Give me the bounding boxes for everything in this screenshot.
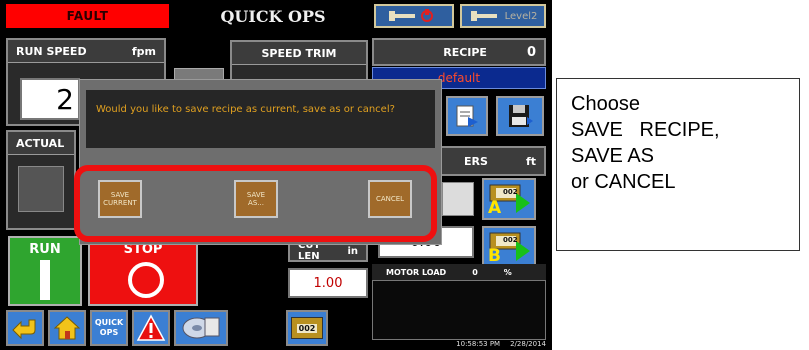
recipes-button[interactable] (174, 310, 228, 346)
run-label: RUN (29, 242, 61, 257)
quick-ops-line2: OPS (99, 328, 119, 337)
home-icon (53, 316, 81, 340)
counters-unit: ft (525, 154, 536, 168)
actual-panel: ACTUAL (6, 130, 76, 230)
document-arrow-icon (456, 105, 478, 127)
hmi-screen: FAULT QUICK OPS Level2 RUN SPEED fpm 2 S… (0, 0, 552, 350)
stop-symbol-icon (128, 262, 164, 298)
screen-title: QUICK OPS (220, 6, 326, 26)
instruction-callout: Choose SAVE RECIPE, SAVE AS or CANCEL (556, 78, 800, 251)
alarm-button[interactable] (132, 310, 170, 346)
quick-ops-line1: QUICK (94, 318, 124, 327)
load-recipe-button[interactable] (446, 96, 488, 136)
key-icon (470, 11, 497, 21)
save-current-line1: SAVE (110, 190, 130, 199)
stop-button[interactable]: STOP (88, 236, 198, 306)
dialog-message: Would you like to save recipe as current… (96, 104, 395, 115)
recipe-label: RECIPE (443, 45, 487, 59)
save-as-line1: SAVE (246, 190, 266, 199)
bin-a-label: A (488, 198, 502, 218)
cut-length-field[interactable]: 1.00 (288, 268, 368, 298)
actual-display (18, 166, 64, 212)
counter-button[interactable]: 002 (286, 310, 328, 346)
bin-a-button[interactable]: A 002 (482, 178, 536, 220)
bin-a-badge: 002 (503, 188, 518, 196)
bin-b-badge: 002 (503, 236, 518, 244)
clock: 10:58:53 PM 2/28/2014 (400, 340, 546, 350)
save-as-button[interactable]: SAVE AS... (234, 180, 278, 218)
recipe-panel: RECIPE 0 (372, 38, 546, 66)
save-recipe-button[interactable] (496, 96, 544, 136)
motor-load-display (372, 280, 546, 340)
callout-line-2: SAVE RECIPE, (571, 119, 720, 141)
clock-date: 2/28/2014 (510, 340, 546, 348)
login-key-button[interactable] (374, 4, 454, 28)
counters-label: ERS (464, 154, 488, 168)
actual-label: ACTUAL (8, 132, 74, 155)
run-button[interactable]: RUN (8, 236, 82, 306)
motor-load-value: 0 (472, 267, 478, 277)
speed-trim-header: SPEED TRIM (232, 42, 366, 65)
home-button[interactable] (48, 310, 86, 346)
save-current-line2: CURRENT (103, 199, 137, 207)
cut-length-unit: in (347, 245, 358, 257)
clock-time: 10:58:53 PM (456, 340, 501, 348)
counter-icon: 002 (291, 317, 323, 339)
bin-b-label: B (488, 246, 501, 266)
motor-load-label: MOTOR LOAD (386, 267, 447, 277)
level-button[interactable]: Level2 (460, 4, 546, 28)
run-speed-header: RUN SPEED fpm (8, 40, 164, 63)
run-speed-field[interactable]: 2 (20, 78, 80, 120)
quick-ops-button[interactable]: QUICK OPS (90, 310, 128, 346)
run-symbol-icon (40, 260, 50, 300)
bin-b-button[interactable]: B 002 (482, 226, 536, 268)
callout-line-3: SAVE AS (571, 145, 655, 167)
run-speed-unit: fpm (131, 44, 156, 58)
motor-load-unit: % (503, 267, 512, 277)
disk-stack-icon (182, 317, 220, 339)
cancel-button[interactable]: CANCEL (368, 180, 412, 218)
key-icon (389, 9, 433, 22)
save-as-line2: AS... (248, 199, 264, 207)
recipe-number: 0 (526, 44, 536, 60)
counter-a-field[interactable] (442, 182, 474, 216)
recipe-header: RECIPE 0 (374, 40, 544, 64)
callout-line-4: or CANCEL (571, 171, 676, 193)
fault-indicator[interactable]: FAULT (6, 4, 169, 28)
run-speed-label: RUN SPEED (16, 44, 87, 58)
floppy-disk-icon (509, 105, 533, 127)
motor-load-header: MOTOR LOAD 0 % (372, 264, 546, 280)
callout-line-1: Choose (571, 93, 640, 115)
dialog-message-area: Would you like to save recipe as current… (86, 90, 435, 148)
counter-icon-label: 002 (296, 323, 318, 333)
back-button[interactable] (6, 310, 44, 346)
warning-triangle-icon (136, 314, 166, 341)
level-label: Level2 (504, 10, 538, 22)
save-current-button[interactable]: SAVE CURRENT (98, 180, 142, 218)
back-arrow-icon (12, 319, 36, 340)
